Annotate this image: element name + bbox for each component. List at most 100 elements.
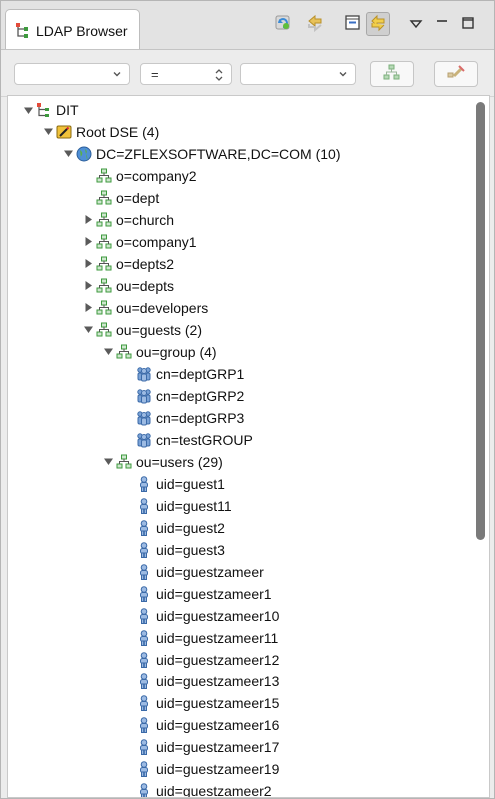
tree-node-label: cn=testGROUP: [156, 431, 253, 448]
expanded-twisty-icon[interactable]: [63, 148, 74, 159]
tree-node-label: uid=guestzameer17: [156, 739, 280, 756]
tree-node-label: cn=deptGRP2: [156, 387, 245, 404]
group-icon: [136, 410, 152, 426]
link-with-editor-icon: [369, 14, 387, 35]
tree-node[interactable]: ou=depts: [83, 275, 489, 297]
tree-node-label: uid=guestzameer13: [156, 673, 280, 690]
tree-node[interactable]: o=company1: [83, 231, 489, 253]
link-sync-button[interactable]: [303, 12, 327, 36]
user-icon: [136, 541, 152, 558]
value-combo[interactable]: [240, 63, 356, 85]
tree-node[interactable]: DIT: [23, 99, 483, 121]
tree-node[interactable]: uid=guestzameer19: [123, 758, 489, 780]
tree-node-label: uid=guestzameer19: [156, 761, 280, 778]
tree-node-label: Root DSE (4): [76, 123, 160, 140]
tree-node[interactable]: cn=deptGRP2: [123, 385, 489, 407]
tree-node[interactable]: o=church: [83, 209, 489, 231]
tree-node-label: uid=guest1: [156, 475, 225, 492]
user-icon: [136, 519, 152, 536]
entry-icon: [96, 278, 112, 294]
tree-node[interactable]: uid=guest1: [123, 473, 489, 495]
tree-node[interactable]: uid=guestzameer13: [123, 670, 489, 692]
entry-icon: [96, 256, 112, 272]
operator-combo[interactable]: =: [140, 63, 232, 85]
attribute-combo[interactable]: [14, 63, 130, 85]
link-with-editor-button[interactable]: [366, 12, 390, 36]
chevron-down-icon: [337, 68, 349, 80]
refresh-button[interactable]: [271, 12, 295, 36]
tree-node-label: uid=guestzameer: [156, 563, 264, 580]
collapsed-twisty-icon[interactable]: [83, 280, 94, 291]
tree-node[interactable]: ou=guests (2): [83, 319, 489, 341]
collapsed-twisty-icon[interactable]: [83, 258, 94, 269]
tree-node-label: DIT: [56, 102, 79, 118]
tree-node-label: o=company2: [116, 167, 197, 184]
entry-icon: [116, 454, 132, 470]
tree-node[interactable]: ou=developers: [83, 297, 489, 319]
entry-icon: [96, 212, 112, 228]
tree-node[interactable]: uid=guestzameer15: [123, 692, 489, 714]
entry-icon: [96, 322, 112, 338]
tree-node[interactable]: uid=guestzameer: [123, 561, 489, 583]
tree-node[interactable]: uid=guestzameer2: [123, 780, 489, 797]
tree-node[interactable]: uid=guestzameer1: [123, 583, 489, 605]
tree-node[interactable]: uid=guestzameer11: [123, 627, 489, 649]
collapsed-twisty-icon[interactable]: [83, 236, 94, 247]
link-sync-icon: [305, 13, 325, 36]
tree-node[interactable]: cn=deptGRP3: [123, 407, 489, 429]
tree-node[interactable]: o=company2: [83, 165, 489, 187]
tree-node[interactable]: cn=testGROUP: [123, 429, 489, 451]
entry-icon: [96, 234, 112, 250]
tree-node-label: DC=ZFLEXSOFTWARE,DC=COM (10): [96, 145, 341, 162]
user-icon: [136, 739, 152, 756]
expanded-twisty-icon[interactable]: [103, 346, 114, 357]
group-icon: [136, 432, 152, 448]
dit-tree[interactable]: DIT Root DSE (4) DC=ZFLEXSOFTWARE,DC=COM (…: [7, 95, 490, 798]
tree-node[interactable]: uid=guestzameer12: [123, 649, 489, 671]
tree-node[interactable]: o=dept: [83, 187, 489, 209]
tree-node[interactable]: cn=deptGRP1: [123, 363, 489, 385]
tree-node[interactable]: uid=guest3: [123, 539, 489, 561]
quick-search-button[interactable]: [370, 61, 414, 87]
tree-node-label: uid=guestzameer12: [156, 651, 280, 668]
tree-node-label: uid=guestzameer1: [156, 585, 272, 602]
quick-search-bar: =: [1, 50, 494, 97]
tree-node[interactable]: ou=users (29): [103, 451, 489, 473]
tree-node[interactable]: uid=guestzameer17: [123, 736, 489, 758]
tree-node-label: ou=users (29): [136, 453, 223, 470]
group-icon: [136, 388, 152, 404]
collapsed-twisty-icon[interactable]: [83, 302, 94, 313]
expanded-twisty-icon[interactable]: [103, 456, 114, 467]
tree-node-label: ou=group (4): [136, 343, 217, 360]
tree-node[interactable]: uid=guest2: [123, 517, 489, 539]
tree-node[interactable]: uid=guestzameer10: [123, 605, 489, 627]
tree-node[interactable]: uid=guestzameer16: [123, 714, 489, 736]
tree-node[interactable]: DC=ZFLEXSOFTWARE,DC=COM (10): [63, 143, 489, 165]
collapse-all-button[interactable]: [341, 12, 365, 36]
tree-node-label: uid=guest11: [156, 497, 232, 514]
view-menu-button[interactable]: [404, 12, 428, 36]
expanded-twisty-icon[interactable]: [83, 324, 94, 335]
tree-node[interactable]: uid=guest11: [123, 495, 489, 517]
tree-node[interactable]: ou=group (4): [103, 341, 489, 363]
user-icon: [136, 695, 152, 712]
ldap-browser-view: LDAP Browser = DIT Root DSE (4) DC=ZFLEX…: [0, 0, 495, 799]
entry-icon: [96, 190, 112, 206]
entry-icon: [116, 344, 132, 360]
maximize-icon: [461, 16, 475, 33]
clear-search-button[interactable]: [434, 61, 478, 87]
tab-ldap-browser[interactable]: LDAP Browser: [5, 9, 140, 49]
tree-node-label: o=church: [116, 211, 174, 228]
minimize-button[interactable]: [430, 12, 454, 36]
tree-node[interactable]: Root DSE (4): [43, 121, 489, 143]
expanded-twisty-icon[interactable]: [23, 105, 34, 116]
root-dse-icon: [56, 124, 72, 140]
tree-node-label: uid=guest2: [156, 519, 225, 536]
collapsed-twisty-icon[interactable]: [83, 214, 94, 225]
expanded-twisty-icon[interactable]: [43, 126, 54, 137]
tree-node-label: uid=guest3: [156, 541, 225, 558]
tree-node[interactable]: o=depts2: [83, 253, 489, 275]
ldap-browser-icon: [14, 22, 32, 40]
user-icon: [136, 475, 152, 492]
maximize-button[interactable]: [456, 12, 480, 36]
